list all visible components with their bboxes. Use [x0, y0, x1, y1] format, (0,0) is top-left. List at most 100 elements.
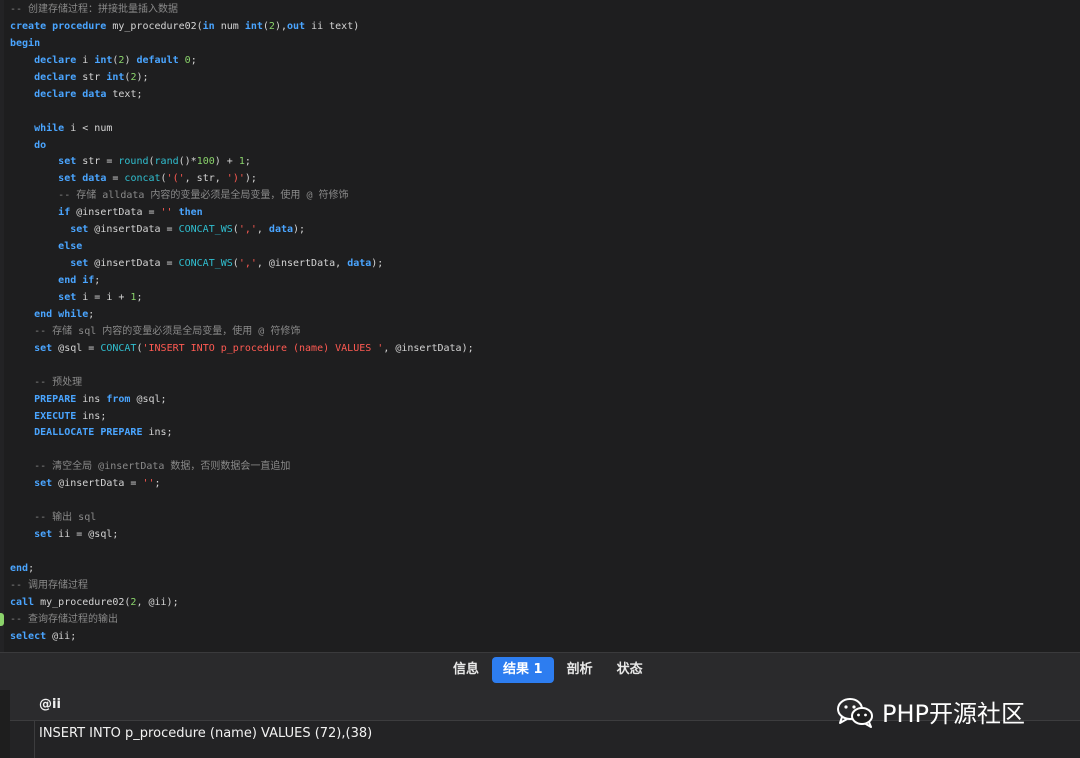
code-token: set	[58, 156, 77, 168]
code-line[interactable]: create procedure my_procedure02(in num i…	[10, 19, 474, 36]
code-line[interactable]: select @ii;	[10, 629, 474, 646]
code-line[interactable]: -- 输出 sql	[10, 510, 474, 527]
column-header-ii[interactable]: @ii	[39, 697, 61, 712]
code-line[interactable]: -- 存储 sql 内容的变量必须是全局变量，使用 @ 符修饰	[10, 324, 474, 341]
code-token: -- 查询存储过程的输出	[10, 613, 119, 625]
code-token: CONCAT	[100, 342, 137, 354]
code-line[interactable]: -- 创建存储过程：拼接批量插入数据	[10, 2, 474, 19]
code-line[interactable]: set @sql = CONCAT('INSERT INTO p_procedu…	[10, 341, 474, 358]
code-token: ','	[238, 258, 257, 270]
code-line[interactable]: set data = concat('(', str, ')');	[10, 171, 474, 188]
code-token: , @insertData);	[383, 342, 474, 354]
code-token: @insertData =	[88, 224, 179, 236]
code-line[interactable]	[10, 442, 474, 459]
code-token: end if	[58, 275, 95, 286]
code-token: );	[136, 71, 149, 83]
result-tabs: 信息 结果 1 剖析 状态	[442, 657, 656, 683]
tab-status[interactable]: 状态	[606, 657, 654, 683]
code-line[interactable]: else	[10, 239, 474, 256]
code-line[interactable]	[10, 358, 474, 375]
code-line[interactable]: declare str int(2);	[10, 70, 474, 87]
code-token: out	[286, 20, 306, 32]
code-token: ii text)	[305, 20, 360, 32]
row-number-divider	[34, 721, 35, 758]
code-line[interactable]: if @insertData = '' then	[10, 205, 474, 222]
code-line[interactable]: set ii = @sql;	[10, 527, 474, 544]
code-line[interactable]	[10, 544, 474, 561]
code-token: @sql;	[130, 393, 167, 405]
tab-info[interactable]: 信息	[442, 657, 490, 683]
code-token: i = i +	[76, 291, 131, 303]
code-token: ')'	[226, 173, 245, 185]
result-cell[interactable]: INSERT INTO p_procedure (name) VALUES (7…	[39, 726, 372, 741]
code-line[interactable]: set i = i + 1;	[10, 290, 474, 307]
code-token: , @insertData,	[256, 258, 348, 270]
code-token: while	[34, 122, 65, 134]
code-line[interactable]: PREPARE ins from @sql;	[10, 392, 474, 409]
code-area[interactable]: -- 创建存储过程：拼接批量插入数据 create procedure my_pr…	[10, 2, 474, 646]
code-line[interactable]: -- 预处理	[10, 375, 474, 392]
breakpoint-marker[interactable]	[0, 613, 4, 626]
code-line[interactable]: -- 查询存储过程的输出	[10, 612, 474, 629]
code-token: ii = @sql;	[52, 529, 119, 541]
code-line[interactable]: while i < num	[10, 121, 474, 138]
wechat-icon	[837, 697, 873, 728]
code-token: ins	[76, 393, 107, 405]
code-token: );	[371, 258, 384, 270]
code-line[interactable]: begin	[10, 36, 474, 53]
code-token: ;	[154, 478, 161, 490]
code-line[interactable]: declare i int(2) default 0;	[10, 53, 474, 70]
code-line[interactable]: end;	[10, 561, 474, 578]
code-token: set	[70, 258, 89, 270]
code-token: ,	[256, 224, 269, 236]
code-token: num	[214, 20, 245, 32]
code-token: str	[76, 71, 107, 83]
code-line[interactable]: DEALLOCATE PREPARE ins;	[10, 425, 474, 442]
result-tab-bar: 信息 结果 1 剖析 状态	[0, 652, 1080, 690]
code-line[interactable]: -- 调用存储过程	[10, 578, 474, 595]
sql-editor[interactable]: -- 创建存储过程：拼接批量插入数据 create procedure my_pr…	[0, 0, 1080, 652]
code-line[interactable]	[10, 493, 474, 510]
code-token: default	[136, 54, 179, 66]
code-line[interactable]: do	[10, 138, 474, 155]
tab-profile[interactable]: 剖析	[556, 657, 604, 683]
watermark-text: PHP开源社区	[882, 700, 1025, 728]
code-line[interactable]: -- 清空全局 @insertData 数据，否则数据会一直追加	[10, 459, 474, 476]
code-token: ;	[244, 156, 251, 168]
code-line[interactable]	[10, 104, 474, 121]
code-token: my_procedure02(	[34, 596, 131, 608]
code-token: -- 创建存储过程：拼接批量插入数据	[10, 4, 179, 15]
code-line[interactable]: -- 存储 alldata 内容的变量必须是全局变量，使用 @ 符修饰	[10, 188, 474, 205]
code-token: );	[244, 173, 257, 185]
code-line[interactable]: set @insertData = CONCAT_WS(',', @insert…	[10, 256, 474, 273]
code-token: round	[118, 156, 149, 168]
tab-result-1[interactable]: 结果 1	[492, 657, 554, 683]
code-line[interactable]: end if;	[10, 273, 474, 290]
code-token: );	[293, 224, 306, 236]
code-line[interactable]: set @insertData = CONCAT_WS(',', data);	[10, 222, 474, 239]
code-token: , @ii);	[136, 596, 179, 608]
code-line[interactable]: end while;	[10, 307, 474, 324]
code-line[interactable]: call my_procedure02(2, @ii);	[10, 595, 474, 612]
code-token: @sql =	[52, 342, 101, 354]
code-line[interactable]: set @insertData = '';	[10, 476, 474, 493]
code-token: ;	[190, 54, 197, 66]
code-line[interactable]: declare data text;	[10, 87, 474, 104]
code-token: declare	[34, 88, 77, 100]
code-line[interactable]: set str = round(rand()*100) + 1;	[10, 154, 474, 171]
code-token: data	[347, 258, 372, 270]
code-token: )	[124, 54, 137, 66]
code-line[interactable]: EXECUTE ins;	[10, 409, 474, 426]
code-token: ''	[142, 478, 155, 490]
code-token: ins;	[142, 427, 173, 439]
